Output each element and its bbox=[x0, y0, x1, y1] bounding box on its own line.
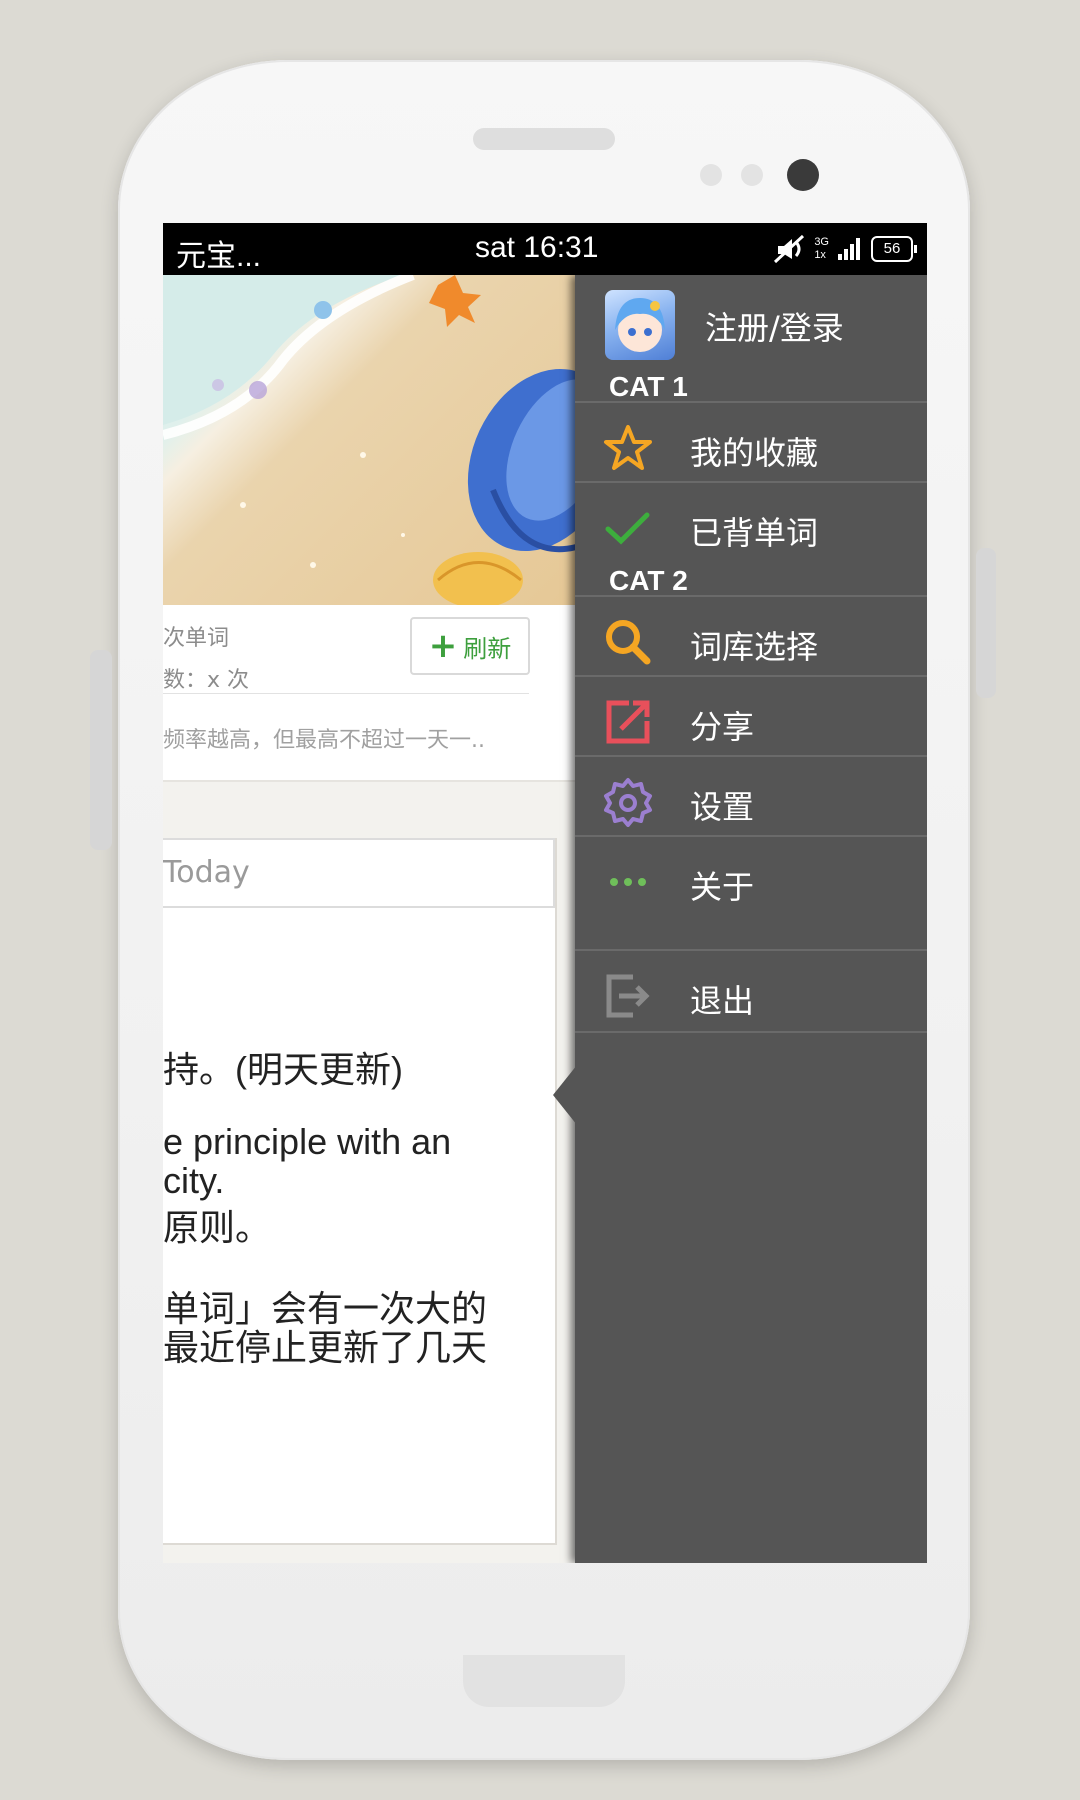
drawer-pointer bbox=[553, 1065, 577, 1125]
category-header: CAT 1 bbox=[609, 371, 688, 402]
menu-item-share[interactable]: 分享 bbox=[575, 675, 927, 767]
volume-button bbox=[90, 650, 112, 850]
menu-item-label: 设置 bbox=[690, 788, 755, 826]
refresh-button[interactable]: + 刷新 bbox=[410, 617, 530, 675]
refresh-label: 刷新 bbox=[463, 634, 512, 663]
menu-item-label: 已背单词 bbox=[690, 514, 819, 552]
login-label: 注册/登录 bbox=[705, 309, 844, 347]
menu-item-word-library[interactable]: 词库选择 bbox=[575, 595, 927, 687]
more-dots-icon bbox=[610, 878, 646, 886]
review-count: 数：x 次 bbox=[163, 668, 250, 693]
text-line: city. bbox=[163, 1160, 225, 1201]
home-button[interactable] bbox=[463, 1655, 625, 1707]
category-header: CAT 2 bbox=[609, 565, 688, 596]
network-1x-label: 1x bbox=[814, 249, 826, 261]
signal-bars-icon bbox=[838, 238, 860, 260]
text-line: e principle with an bbox=[163, 1121, 452, 1162]
frequency-note: 频率越高，但最高不超过一天一.. bbox=[163, 728, 485, 753]
avatar bbox=[605, 290, 675, 360]
mute-icon bbox=[774, 234, 805, 264]
login-row[interactable]: 注册/登录 bbox=[575, 275, 927, 367]
light-sensor bbox=[741, 164, 763, 186]
menu-item-label: 关于 bbox=[690, 868, 755, 906]
menu-item-favorites[interactable]: 我的收藏 bbox=[575, 401, 927, 493]
earpiece-speaker bbox=[473, 128, 615, 150]
checkmark-icon bbox=[605, 512, 650, 545]
screen: 元宝... sat 16:31 3G 1x 56 次单词 数：x 次 + 刷新 … bbox=[163, 223, 927, 1563]
text-line: 持。(明天更新) bbox=[163, 1049, 403, 1090]
share-icon bbox=[606, 700, 650, 744]
main-content: 次单词 数：x 次 + 刷新 频率越高，但最高不超过一天一.. Today 持。… bbox=[163, 275, 575, 1563]
network-3g-label: 3G bbox=[814, 236, 829, 248]
menu-item-logout[interactable]: 退出 bbox=[575, 949, 927, 1041]
menu-item-label: 词库选择 bbox=[690, 628, 819, 666]
signal-icon: 3G 1x bbox=[814, 236, 829, 262]
carrier-name: 元宝... bbox=[176, 240, 262, 273]
clock: sat 16:31 bbox=[475, 231, 599, 264]
menu-item-about[interactable]: 关于 bbox=[575, 835, 927, 927]
review-card: 次单词 数：x 次 + 刷新 频率越高，但最高不超过一天一.. bbox=[163, 605, 575, 782]
status-bar: 元宝... sat 16:31 3G 1x 56 bbox=[163, 223, 927, 275]
proximity-sensor bbox=[700, 164, 722, 186]
power-button bbox=[976, 548, 996, 698]
status-icons: 3G 1x 56 bbox=[772, 234, 917, 264]
text-line: 最近停止更新了几天 bbox=[163, 1327, 488, 1368]
menu-item-learned-words[interactable]: 已背单词 bbox=[575, 481, 927, 573]
navigation-drawer: 注册/登录 CAT 1 我的收藏 已背单词 CAT 2 词库选择 分享 设置 关… bbox=[553, 275, 927, 1563]
battery-icon: 56 bbox=[871, 236, 917, 262]
banner-image bbox=[163, 275, 575, 608]
plus-icon: + bbox=[428, 626, 458, 666]
search-icon bbox=[606, 620, 651, 665]
text-line: 原则。 bbox=[163, 1207, 272, 1248]
logout-icon bbox=[606, 974, 650, 1018]
today-field[interactable]: Today bbox=[163, 838, 555, 908]
card-title: 次单词 bbox=[163, 626, 230, 651]
menu-item-settings[interactable]: 设置 bbox=[575, 755, 927, 847]
front-camera bbox=[787, 159, 819, 191]
menu-item-label: 分享 bbox=[690, 708, 755, 746]
divider bbox=[575, 1031, 927, 1033]
star-icon bbox=[604, 425, 652, 470]
gear-icon bbox=[604, 778, 652, 827]
divider bbox=[163, 693, 529, 694]
menu-item-label: 退出 bbox=[690, 982, 755, 1020]
menu-item-label: 我的收藏 bbox=[690, 434, 819, 472]
today-card: Today 持。(明天更新) e principle with an city.… bbox=[163, 838, 557, 1545]
